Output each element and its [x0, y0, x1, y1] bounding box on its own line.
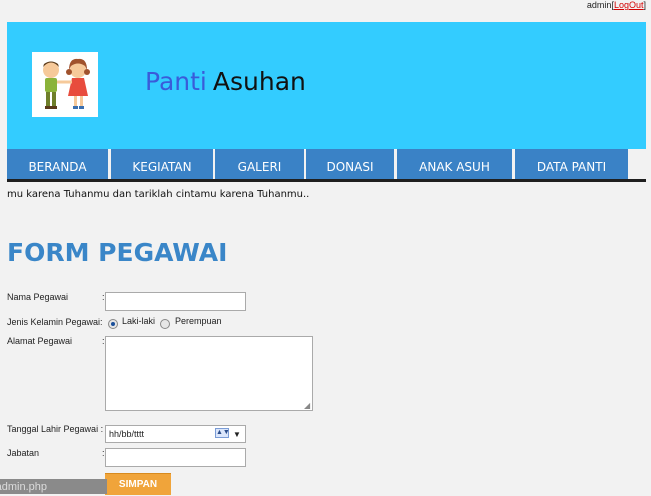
- nav-galeri[interactable]: GALERI: [215, 149, 304, 179]
- status-url: -admin.php: [0, 481, 48, 493]
- form-title: FORM PEGAWAI: [7, 238, 228, 267]
- nav-data-panti[interactable]: DATA PANTI: [515, 149, 628, 179]
- nama-input[interactable]: [105, 292, 246, 311]
- jk-label: Jenis Kelamin Pegawai:: [7, 317, 103, 327]
- radio-laki-laki[interactable]: [108, 319, 118, 329]
- site-logo: [32, 52, 98, 117]
- resize-handle-icon[interactable]: ◢: [304, 402, 650, 493]
- radio-perempuan[interactable]: [160, 319, 170, 329]
- nama-label: Nama Pegawai: [7, 292, 69, 302]
- alamat-label: Alamat Pegawai: [7, 336, 73, 346]
- tgl-label: Tanggal Lahir Pegawai :: [7, 424, 104, 434]
- nav-anak-asuh[interactable]: ANAK ASUH: [397, 149, 512, 179]
- username: admin: [586, 0, 612, 10]
- nav-divider: [7, 179, 646, 182]
- children-logo-icon: [43, 58, 90, 109]
- site-title: Panti Asuhan: [145, 67, 306, 96]
- tgl-date-value: hh/bb/tttt: [109, 429, 145, 439]
- tgl-date-input[interactable]: hh/bb/tttt ▲▼ ▼: [105, 425, 246, 443]
- nav-kegiatan[interactable]: KEGIATAN: [111, 149, 213, 179]
- nav-beranda[interactable]: BERANDA: [7, 149, 108, 179]
- browser-status-bar: -admin.php: [0, 479, 107, 494]
- user-bar: admin[LogOut]: [586, 0, 646, 10]
- site-title-part1: Panti: [145, 67, 207, 96]
- site-header: Panti Asuhan: [7, 22, 646, 149]
- simpan-button[interactable]: SIMPAN: [105, 473, 171, 495]
- marquee-text: mu karena Tuhanmu dan tariklah cintamu k…: [7, 189, 310, 200]
- nav-donasi[interactable]: DONASI: [306, 149, 394, 179]
- radio-laki-laki-label: Laki-laki: [122, 316, 156, 326]
- date-spinner-icon[interactable]: ▲▼: [215, 428, 230, 438]
- chevron-down-icon[interactable]: ▼: [233, 427, 241, 443]
- site-title-part2: Asuhan: [212, 67, 306, 96]
- logout-link[interactable]: LogOut: [614, 0, 644, 10]
- jabatan-input[interactable]: [105, 448, 246, 467]
- jabatan-label: Jabatan: [7, 448, 40, 458]
- alamat-textarea[interactable]: [105, 336, 313, 411]
- radio-perempuan-label: Perempuan: [175, 316, 222, 326]
- main-nav: BERANDA KEGIATAN GALERI DONASI ANAK ASUH…: [7, 149, 646, 179]
